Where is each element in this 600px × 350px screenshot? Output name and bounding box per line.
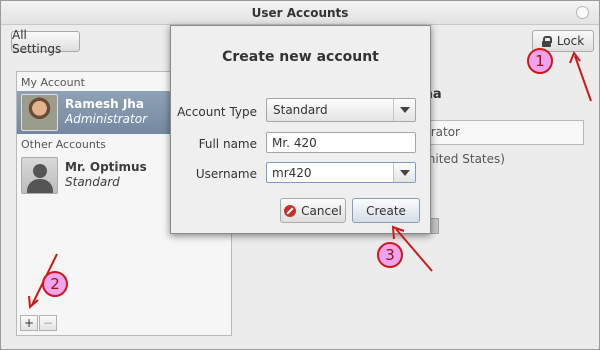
account-type-dropdown[interactable]: Standard <box>266 98 416 122</box>
other-accounts-label: Other Accounts <box>21 138 106 151</box>
cancel-button-label: Cancel <box>301 203 342 218</box>
window-title: User Accounts <box>251 6 349 20</box>
all-settings-button[interactable]: All Settings <box>11 28 80 56</box>
chevron-down-icon[interactable] <box>393 163 415 182</box>
cancel-icon <box>284 204 297 217</box>
account-type-label: Account Type <box>177 105 257 119</box>
user-role: Standard <box>65 175 120 189</box>
annotation-marker-1: 1 <box>527 48 553 74</box>
username-label: Username <box>195 167 257 181</box>
add-user-button[interactable]: + <box>20 315 38 331</box>
username-combo[interactable] <box>266 162 416 183</box>
detail-account-type-button[interactable]: trator <box>411 120 584 145</box>
annotation-marker-2: 2 <box>42 271 68 297</box>
user-role: Administrator <box>65 112 148 126</box>
account-type-value: Standard <box>273 103 328 117</box>
cancel-button[interactable]: Cancel <box>280 198 346 223</box>
chevron-down-icon[interactable] <box>393 99 415 121</box>
window-close-button[interactable] <box>576 6 589 19</box>
create-account-dialog: Create new account Account Type Standard… <box>170 25 431 234</box>
title-bar: User Accounts <box>1 1 599 25</box>
person-icon <box>21 157 58 194</box>
user-name: Mr. Optimus <box>65 160 147 174</box>
annotation-marker-3: 3 <box>377 242 403 268</box>
dialog-title: Create new account <box>222 49 379 65</box>
lock-icon <box>541 35 552 47</box>
user-list-toolbar: + − <box>20 315 60 331</box>
lock-button-label: Lock <box>556 34 585 48</box>
create-button[interactable]: Create <box>352 198 420 223</box>
full-name-input[interactable] <box>266 132 416 153</box>
avatar <box>21 94 58 131</box>
full-name-label: Full name <box>198 137 257 151</box>
my-account-label: My Account <box>21 76 85 89</box>
user-name: Ramesh Jha <box>65 97 144 111</box>
remove-user-button[interactable]: − <box>39 315 57 331</box>
detail-language[interactable]: United States) <box>419 152 505 166</box>
username-input[interactable] <box>267 163 393 182</box>
